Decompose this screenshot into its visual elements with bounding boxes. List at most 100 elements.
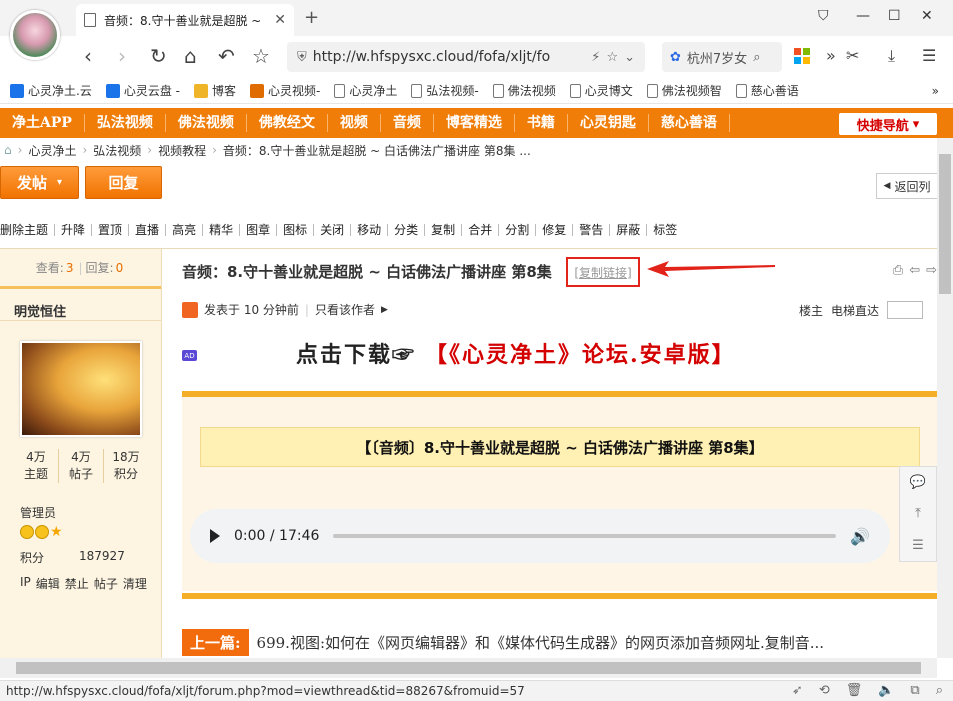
mod-tool-item[interactable]: 分割	[499, 224, 537, 236]
list-icon[interactable]: ☰	[912, 538, 924, 553]
menu-icon[interactable]: ☰	[922, 44, 936, 68]
play-icon[interactable]	[210, 529, 220, 543]
bookmark-item[interactable]: 心灵云盘 -	[105, 82, 180, 99]
horizontal-scrollbar[interactable]	[0, 658, 937, 678]
quick-nav-button[interactable]: 快捷导航 ▾	[839, 113, 937, 135]
post-button[interactable]: 发帖 ▾	[0, 166, 79, 199]
favorite-star-icon[interactable]: ☆	[252, 44, 270, 68]
home-icon[interactable]: ⌂	[4, 143, 12, 157]
mod-tool-item[interactable]: 置顶	[92, 224, 130, 236]
site-nav-item[interactable]: 净土APP	[0, 114, 85, 132]
browser-profile-avatar[interactable]	[10, 10, 60, 60]
admin-action-link[interactable]: 帖子	[94, 575, 118, 592]
print-icon[interactable]: ⎙	[893, 263, 903, 278]
back-icon[interactable]: ‹	[84, 44, 92, 68]
browser-tab[interactable]: 音频：8.守十善业就是超脱 ~ ✕	[76, 4, 294, 36]
scroll-thumb[interactable]	[16, 662, 921, 674]
stat-threads[interactable]: 4万 主题	[14, 449, 59, 483]
author-avatar[interactable]	[20, 341, 142, 437]
scissors-icon[interactable]: ✂	[846, 44, 859, 68]
mod-tool-item[interactable]: 精华	[203, 224, 241, 236]
dropdown-chevron-icon[interactable]: ⌄	[624, 50, 635, 65]
search-box[interactable]: ✿ 杭州7岁女 ⌕	[662, 42, 782, 72]
undo-icon[interactable]: ↶	[218, 44, 235, 68]
stat-points[interactable]: 18万 积分	[104, 449, 148, 483]
bookmarks-overflow-icon[interactable]: »	[932, 84, 939, 98]
floor-jump-input[interactable]	[887, 301, 923, 319]
new-tab-icon[interactable]: +	[304, 7, 319, 28]
scroll-thumb[interactable]	[939, 154, 951, 294]
prev-link[interactable]: 699.视图:如何在《网页编辑器》和《媒体代码生成器》的网页添加音频网址.复制音…	[257, 632, 825, 653]
window-icon[interactable]: ⧉	[910, 683, 919, 698]
minimize-icon[interactable]: —	[856, 8, 870, 24]
search-text[interactable]: 杭州7岁女	[687, 48, 747, 67]
speaker-icon[interactable]: 🔈	[878, 683, 894, 698]
apps-grid-icon[interactable]	[794, 48, 810, 64]
rocket-icon[interactable]: ➶	[792, 683, 803, 698]
security-shield-icon[interactable]: ⛨	[297, 50, 307, 65]
download-icon[interactable]: ⤓	[888, 44, 895, 68]
trash-icon[interactable]: 🗑	[846, 683, 863, 698]
mod-tool-item[interactable]: 分类	[388, 224, 426, 236]
bookmark-item[interactable]: 博客	[193, 82, 236, 99]
address-bar[interactable]: ⛨ http://w.hfspysxc.cloud/fofa/xljt/fo ⚡…	[287, 42, 645, 72]
mod-tool-item[interactable]: 复制	[425, 224, 463, 236]
mod-tool-item[interactable]: 高亮	[166, 224, 204, 236]
maximize-icon[interactable]: ☐	[888, 8, 901, 24]
mod-tool-item[interactable]: 移动	[351, 224, 389, 236]
app-download-ad[interactable]: 点击下载☞ 【《心灵净土》论坛.安卓版】	[296, 337, 736, 369]
author-only-link[interactable]: 只看该作者	[315, 301, 375, 318]
site-nav-item[interactable]: 书籍	[515, 114, 568, 132]
site-nav-item[interactable]: 博客精选	[434, 114, 515, 132]
vertical-scrollbar[interactable]	[937, 138, 953, 658]
prev-thread-icon[interactable]: ⇦	[909, 263, 920, 278]
forward-icon[interactable]: ›	[118, 44, 126, 68]
zoom-icon[interactable]: ⌕	[936, 683, 943, 698]
back-to-top-icon[interactable]: ⤒	[915, 506, 921, 521]
breadcrumb-link[interactable]: 心灵净土	[28, 142, 76, 159]
site-nav-item[interactable]: 佛教经文	[247, 114, 328, 132]
breadcrumb-link[interactable]: 弘法视频	[93, 142, 141, 159]
site-nav-item[interactable]: 慈心善语	[649, 114, 730, 132]
address-text[interactable]: http://w.hfspysxc.cloud/fofa/xljt/fo	[313, 49, 586, 65]
close-window-icon[interactable]: ✕	[921, 8, 933, 24]
bookmark-item[interactable]: 心灵净土	[334, 82, 397, 99]
close-tab-icon[interactable]: ✕	[274, 12, 286, 28]
admin-action-link[interactable]: IP	[20, 575, 31, 592]
site-nav-item[interactable]: 音频	[381, 114, 434, 132]
mod-tool-item[interactable]: 升降	[55, 224, 93, 236]
next-thread-icon[interactable]: ⇨	[926, 263, 937, 278]
audio-player[interactable]: 0:00 / 17:46 🔊	[190, 509, 890, 563]
lightning-icon[interactable]: ⚡	[591, 50, 600, 65]
site-nav-item[interactable]: 心灵钥匙	[568, 114, 649, 132]
more-icon[interactable]: »	[826, 44, 836, 68]
bookmark-item[interactable]: 佛法视频	[492, 82, 556, 99]
bookmark-item[interactable]: 弘法视频-	[411, 82, 479, 99]
copy-link-button[interactable]: [复制链接]	[566, 257, 640, 287]
shirt-icon[interactable]: ⛉	[818, 8, 829, 24]
mod-tool-item[interactable]: 删除主题	[0, 224, 56, 236]
author-name[interactable]: 明觉恒住	[0, 289, 161, 321]
bookmark-item[interactable]: 心灵视频-	[250, 82, 320, 99]
search-icon[interactable]: ⌕	[753, 50, 760, 65]
breadcrumb-link[interactable]: 视频教程	[158, 142, 206, 159]
author-role[interactable]: 管理员	[20, 504, 56, 521]
bookmark-item[interactable]: 佛法视频智	[646, 82, 722, 99]
admin-action-link[interactable]: 禁止	[65, 575, 89, 592]
bookmark-item[interactable]: 心灵博文	[569, 82, 633, 99]
bookmark-item[interactable]: 慈心善语	[735, 82, 799, 99]
home-icon[interactable]: ⌂	[184, 44, 197, 68]
mod-tool-item[interactable]: 警告	[573, 224, 611, 236]
audio-progress-track[interactable]	[333, 534, 837, 538]
mod-tool-item[interactable]: 直播	[129, 224, 167, 236]
reload-icon[interactable]: ↻	[150, 44, 167, 68]
mod-tool-item[interactable]: 修复	[536, 224, 574, 236]
bookmark-star-icon[interactable]: ☆	[606, 50, 618, 65]
site-nav-item[interactable]: 弘法视频	[85, 114, 166, 132]
admin-action-link[interactable]: 编辑	[36, 575, 60, 592]
mod-tool-item[interactable]: 图章	[240, 224, 278, 236]
site-nav-item[interactable]: 佛法视频	[166, 114, 247, 132]
refresh-icon[interactable]: ⟲	[819, 683, 830, 698]
mod-tool-item[interactable]: 屏蔽	[610, 224, 648, 236]
back-to-list-button[interactable]: ◀ 返回列	[876, 173, 938, 199]
